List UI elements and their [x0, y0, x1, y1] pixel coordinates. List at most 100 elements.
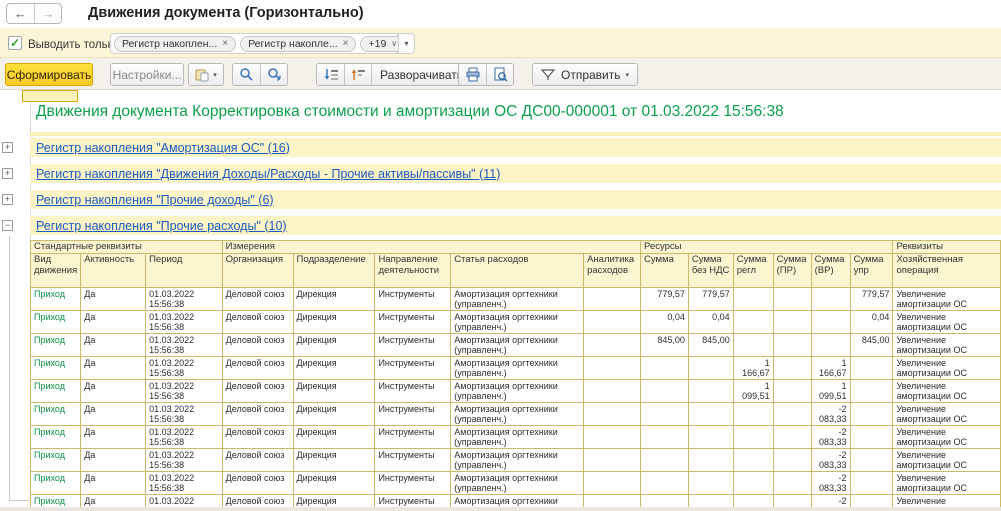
- chip-close-icon[interactable]: ×: [222, 38, 228, 49]
- table-cell[interactable]: Приход: [31, 403, 81, 426]
- table-cell[interactable]: Увеличение амортизации ОС: [893, 334, 1001, 357]
- table-cell[interactable]: Увеличение амортизации ОС: [893, 426, 1001, 449]
- table-cell[interactable]: Увеличение амортизации ОС: [893, 380, 1001, 403]
- table-cell[interactable]: Увеличение амортизации ОС: [893, 403, 1001, 426]
- table-cell[interactable]: Амортизация оргтехники (управленч.): [451, 495, 584, 508]
- table-cell[interactable]: [850, 403, 893, 426]
- search-next-button[interactable]: [260, 64, 287, 85]
- table-cell[interactable]: [773, 426, 811, 449]
- table-cell[interactable]: Деловой союз: [222, 357, 293, 380]
- table-cell[interactable]: [688, 426, 733, 449]
- table-cell[interactable]: Инструменты: [375, 495, 451, 508]
- table-cell[interactable]: 01.03.2022 15:56:38: [146, 357, 223, 380]
- table-cell[interactable]: [733, 495, 773, 508]
- table-cell[interactable]: Да: [81, 449, 146, 472]
- table-cell[interactable]: Инструменты: [375, 311, 451, 334]
- expand-section-icon[interactable]: +: [2, 194, 13, 205]
- table-cell[interactable]: [850, 357, 893, 380]
- forward-button[interactable]: →: [34, 4, 61, 23]
- table-cell[interactable]: Деловой союз: [222, 449, 293, 472]
- table-cell[interactable]: 845,00: [641, 334, 689, 357]
- table-cell[interactable]: Увеличение амортизации ОС: [893, 311, 1001, 334]
- table-cell[interactable]: [733, 426, 773, 449]
- table-cell[interactable]: [584, 449, 641, 472]
- table-cell[interactable]: Амортизация оргтехники (управленч.): [451, 311, 584, 334]
- table-cell[interactable]: 845,00: [850, 334, 893, 357]
- table-cell[interactable]: Дирекция: [293, 288, 375, 311]
- table-cell[interactable]: Дирекция: [293, 495, 375, 508]
- table-cell[interactable]: Приход: [31, 357, 81, 380]
- table-cell[interactable]: [688, 403, 733, 426]
- table-cell[interactable]: 0,04: [641, 311, 689, 334]
- table-cell[interactable]: Деловой союз: [222, 403, 293, 426]
- table-cell[interactable]: [733, 288, 773, 311]
- table-cell[interactable]: Да: [81, 357, 146, 380]
- table-cell[interactable]: Да: [81, 472, 146, 495]
- table-cell[interactable]: [733, 449, 773, 472]
- table-cell[interactable]: 779,57: [688, 288, 733, 311]
- generate-button[interactable]: Сформировать: [5, 63, 93, 86]
- table-cell[interactable]: Приход: [31, 311, 81, 334]
- table-cell[interactable]: [773, 403, 811, 426]
- table-cell[interactable]: 01.03.2022 15:56:38: [146, 380, 223, 403]
- table-cell[interactable]: Приход: [31, 334, 81, 357]
- table-cell[interactable]: 01.03.2022 15:56:38: [146, 311, 223, 334]
- table-cell[interactable]: [773, 311, 811, 334]
- table-cell[interactable]: [641, 357, 689, 380]
- table-cell[interactable]: Инструменты: [375, 357, 451, 380]
- table-cell[interactable]: Да: [81, 495, 146, 508]
- table-cell[interactable]: Дирекция: [293, 380, 375, 403]
- table-cell[interactable]: Да: [81, 334, 146, 357]
- collapse-groups-button[interactable]: [344, 64, 371, 85]
- section-link-2[interactable]: Регистр накопления "Прочие доходы" (6): [36, 193, 274, 207]
- print-button[interactable]: [459, 64, 486, 85]
- table-cell[interactable]: [641, 472, 689, 495]
- table-cell[interactable]: Приход: [31, 449, 81, 472]
- table-cell[interactable]: Увеличение амортизации ОС: [893, 357, 1001, 380]
- table-cell[interactable]: Деловой союз: [222, 380, 293, 403]
- table-cell[interactable]: 1 099,51: [811, 380, 850, 403]
- expand-section-icon[interactable]: +: [2, 168, 13, 179]
- table-cell[interactable]: -2 083,33: [811, 426, 850, 449]
- table-cell[interactable]: Дирекция: [293, 449, 375, 472]
- table-cell[interactable]: Инструменты: [375, 380, 451, 403]
- table-cell[interactable]: 0,04: [688, 311, 733, 334]
- expand-groups-button[interactable]: [317, 64, 344, 85]
- chip-field-dropdown-button[interactable]: ▾: [398, 33, 415, 54]
- table-cell[interactable]: 01.03.2022 15:56:38: [146, 449, 223, 472]
- table-cell[interactable]: Амортизация оргтехники (управленч.): [451, 334, 584, 357]
- table-cell[interactable]: Инструменты: [375, 403, 451, 426]
- table-cell[interactable]: [811, 288, 850, 311]
- table-cell[interactable]: 01.03.2022 15:56:38: [146, 426, 223, 449]
- table-cell[interactable]: [773, 334, 811, 357]
- table-cell[interactable]: Дирекция: [293, 403, 375, 426]
- table-cell[interactable]: 01.03.2022 15:56:38: [146, 334, 223, 357]
- table-cell[interactable]: -2 083,33: [811, 495, 850, 508]
- table-cell[interactable]: [850, 449, 893, 472]
- table-cell[interactable]: Дирекция: [293, 334, 375, 357]
- table-cell[interactable]: [773, 449, 811, 472]
- table-cell[interactable]: [641, 495, 689, 508]
- table-cell[interactable]: Деловой союз: [222, 288, 293, 311]
- table-cell[interactable]: Деловой союз: [222, 472, 293, 495]
- table-cell[interactable]: 779,57: [641, 288, 689, 311]
- table-cell[interactable]: 0,04: [850, 311, 893, 334]
- table-cell[interactable]: Деловой союз: [222, 426, 293, 449]
- table-cell[interactable]: [584, 403, 641, 426]
- show-only-checkbox[interactable]: ✓: [8, 36, 22, 50]
- table-cell[interactable]: Амортизация оргтехники (управленч.): [451, 472, 584, 495]
- table-cell[interactable]: Увеличение амортизации ОС: [893, 449, 1001, 472]
- table-cell[interactable]: [773, 472, 811, 495]
- table-cell[interactable]: [733, 334, 773, 357]
- table-cell[interactable]: [641, 426, 689, 449]
- table-cell[interactable]: [584, 288, 641, 311]
- table-cell[interactable]: Дирекция: [293, 472, 375, 495]
- report-variants-button[interactable]: ▾: [189, 64, 223, 85]
- table-cell[interactable]: Деловой союз: [222, 334, 293, 357]
- table-cell[interactable]: 1 099,51: [733, 380, 773, 403]
- table-cell[interactable]: Инструменты: [375, 426, 451, 449]
- table-cell[interactable]: [773, 495, 811, 508]
- register-chip-1[interactable]: Регистр накоплен... ×: [114, 36, 236, 52]
- table-cell[interactable]: Деловой союз: [222, 495, 293, 508]
- table-cell[interactable]: Амортизация оргтехники (управленч.): [451, 357, 584, 380]
